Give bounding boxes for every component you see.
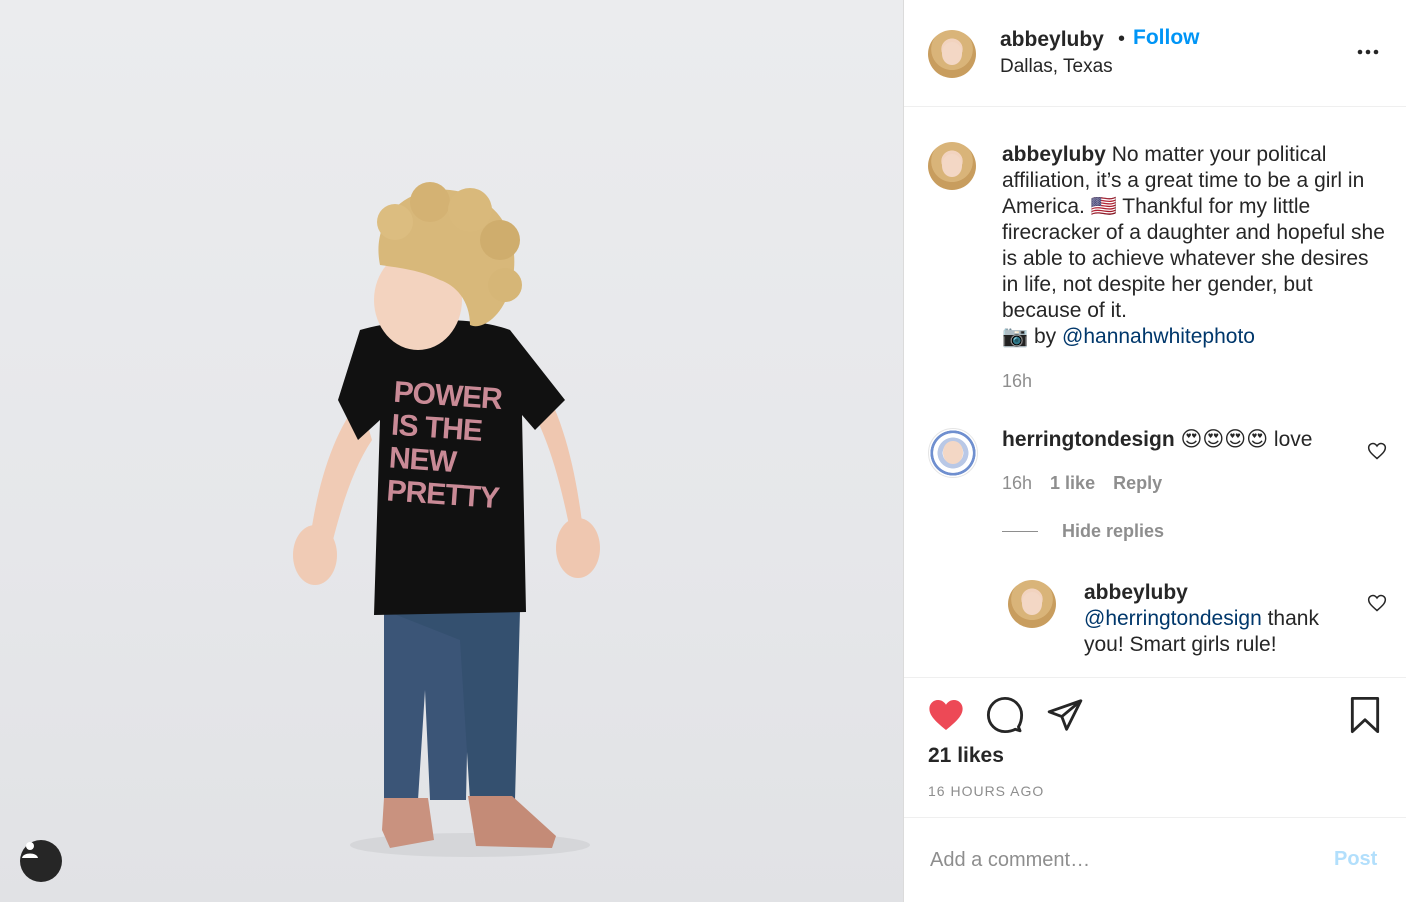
caption: abbeyluby No matter your political affil… (1002, 142, 1388, 394)
caption-text: No matter your political affiliation, it… (1002, 143, 1385, 322)
comment-likes[interactable]: 1 like (1050, 473, 1095, 494)
comment-body: herringtondesign 😍😍😍😍 love (1002, 427, 1362, 453)
post-actions: 21 likes 16 HOURS AGO (904, 677, 1406, 818)
like-heart-icon[interactable] (926, 696, 966, 734)
reply-heart-icon[interactable] (1367, 593, 1387, 613)
separator-dot: • (1118, 28, 1126, 50)
reply-body: abbeyluby @herringtondesign thank you! S… (1084, 580, 1364, 658)
reply-username[interactable]: abbeyluby (1084, 580, 1364, 606)
comment-time[interactable]: 16h (1002, 473, 1032, 494)
follow-button[interactable]: Follow (1133, 26, 1200, 50)
bookmark-icon[interactable] (1348, 696, 1382, 734)
add-comment-input[interactable] (928, 844, 1312, 876)
hide-replies-line (1002, 531, 1038, 532)
reply-mention-link[interactable]: @herringtondesign (1084, 607, 1262, 630)
share-icon[interactable] (1046, 696, 1084, 734)
hide-replies-label: Hide replies (1062, 521, 1165, 541)
reply-avatar[interactable] (1008, 580, 1056, 628)
comment-icon[interactable] (986, 696, 1024, 734)
user-icon (22, 842, 38, 858)
caption-username[interactable]: abbeyluby (1002, 143, 1106, 166)
comment-text: 😍😍😍😍 love (1180, 428, 1313, 451)
comment-meta: 16h 1 like Reply (1002, 473, 1162, 494)
post-side-panel: abbeyluby • Follow Dallas, Texas abbeylu… (904, 0, 1406, 902)
shirt-print: POWER IS THE NEW PRETTY (386, 376, 525, 517)
more-horizontal-icon[interactable] (1356, 40, 1380, 64)
caption-mention-link[interactable]: @hannahwhitephoto (1062, 325, 1255, 348)
hide-replies-button[interactable]: Hide replies (1002, 521, 1164, 542)
post-photo[interactable]: POWER IS THE NEW PRETTY (0, 0, 904, 902)
caption-credit: 📷 by (1002, 325, 1057, 348)
commenter-username[interactable]: herringtondesign (1002, 428, 1175, 451)
post-location[interactable]: Dallas, Texas (1000, 56, 1113, 78)
add-comment-bar: Post (904, 817, 1406, 903)
post-comment-button[interactable]: Post (1334, 848, 1377, 871)
comment-reply-button[interactable]: Reply (1113, 473, 1162, 494)
post-timestamp[interactable]: 16 HOURS AGO (928, 783, 1044, 799)
tagged-users-button[interactable] (20, 840, 62, 882)
likes-count[interactable]: 21 likes (928, 744, 1004, 768)
comment-heart-icon[interactable] (1367, 441, 1387, 461)
author-avatar[interactable] (928, 30, 976, 78)
caption-avatar[interactable] (928, 142, 976, 190)
author-username[interactable]: abbeyluby (1000, 28, 1104, 52)
post-header: abbeyluby • Follow Dallas, Texas (904, 0, 1406, 107)
caption-time[interactable]: 16h (1002, 368, 1388, 394)
comments-section[interactable]: abbeyluby No matter your political affil… (904, 107, 1406, 677)
commenter-avatar[interactable] (928, 428, 978, 478)
